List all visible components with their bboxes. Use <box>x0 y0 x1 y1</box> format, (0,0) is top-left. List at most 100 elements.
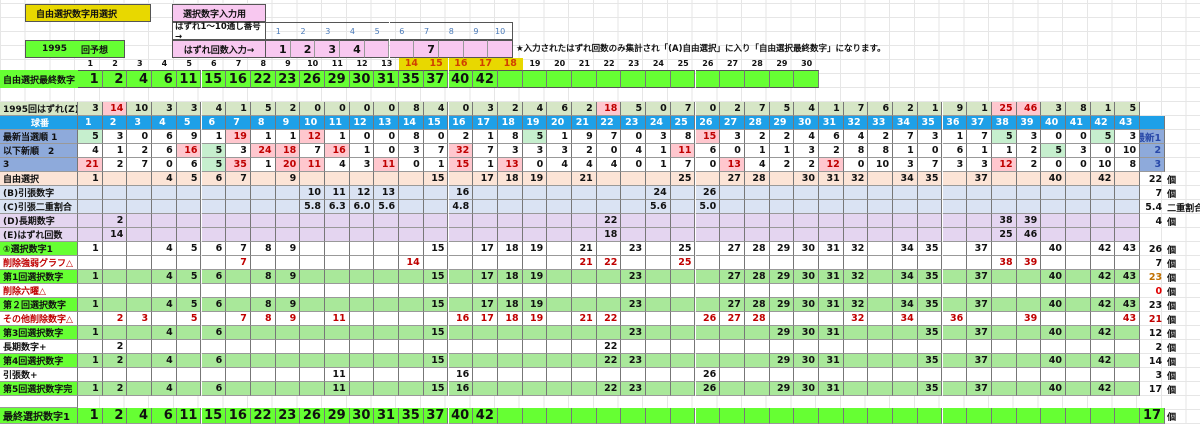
count-input-cell[interactable]: 7 <box>414 40 439 58</box>
empty-cell <box>843 382 869 396</box>
empty-cell <box>1066 228 1091 242</box>
table-cell: 29 <box>769 298 795 312</box>
table-cell: 12 <box>819 158 844 172</box>
column-number: 2 <box>112 59 118 68</box>
empty-cell <box>423 214 449 228</box>
empty-cell <box>226 354 251 368</box>
empty-cell <box>1041 228 1066 242</box>
empty-cell <box>547 368 572 382</box>
empty-cell <box>991 382 1017 396</box>
table-cell: 0 <box>1066 158 1091 172</box>
empty-cell <box>991 172 1017 186</box>
table-cell: 24 <box>646 186 671 200</box>
empty-cell <box>349 382 375 396</box>
empty-cell <box>843 326 869 340</box>
table-cell: 9 <box>275 270 301 284</box>
count-input-cell[interactable]: 3 <box>315 40 341 58</box>
table-cell: 43 <box>1115 298 1141 312</box>
empty-cell <box>497 408 523 424</box>
table-cell: 19 <box>522 116 548 130</box>
empty-cell <box>374 242 400 256</box>
serial-number: 3 <box>315 22 341 40</box>
empty-cell <box>522 200 548 214</box>
empty-cell <box>744 368 770 382</box>
empty-cell <box>868 256 894 270</box>
table-cell: 46 <box>1016 102 1042 116</box>
table-cell: 14 <box>102 228 128 242</box>
table-cell: 6 <box>868 102 894 116</box>
empty-cell <box>1066 326 1091 340</box>
empty-cell <box>448 284 474 298</box>
count-input-cell[interactable] <box>463 40 489 58</box>
table-cell: 43 <box>1115 312 1141 326</box>
table-cell: 6 <box>152 144 177 158</box>
table-cell: 14 <box>399 116 424 130</box>
table-cell: 0 <box>325 102 350 116</box>
empty-cell <box>275 340 301 354</box>
column-number: 3 <box>136 59 143 68</box>
table-cell: 19 <box>522 242 548 256</box>
serial-number: 10 <box>488 22 513 40</box>
free-final-number: 11 <box>176 70 202 88</box>
table-cell: 42 <box>1090 354 1116 368</box>
row-label: 第4回選択数字 <box>0 354 78 368</box>
free-final-number <box>720 70 745 88</box>
empty-cell <box>522 340 548 354</box>
final-label: 最終選択数字1 <box>0 408 78 424</box>
table-cell: 7 <box>967 130 992 144</box>
empty-cell <box>720 354 745 368</box>
table-cell: 31 <box>819 382 844 396</box>
table-cell: 35 <box>917 354 943 368</box>
empty-cell <box>670 284 696 298</box>
table-cell: 0 <box>917 144 943 158</box>
row-label: (C)引張二重割合 <box>0 200 78 214</box>
table-cell: 22 <box>596 382 622 396</box>
column-number: 1 <box>87 59 94 68</box>
empty-cell <box>991 284 1017 298</box>
count-input-cell[interactable] <box>488 40 513 58</box>
empty-cell <box>127 186 153 200</box>
empty-cell <box>423 186 449 200</box>
empty-cell <box>399 298 424 312</box>
free-final-number <box>547 70 572 88</box>
table-cell: 1 <box>991 144 1017 158</box>
table-cell: 21 <box>572 116 597 130</box>
empty-cell <box>967 186 992 200</box>
empty-cell <box>942 228 968 242</box>
empty-cell <box>1016 270 1042 284</box>
table-cell: 8 <box>399 102 424 116</box>
count-input-cell[interactable] <box>389 40 415 58</box>
row-unit: 個 <box>1167 245 1177 256</box>
empty-cell <box>670 340 696 354</box>
row-label: 自由選択 <box>0 172 78 186</box>
empty-cell <box>226 284 251 298</box>
empty-cell <box>695 298 721 312</box>
table-cell: 29 <box>769 326 795 340</box>
empty-cell <box>1115 284 1141 298</box>
count-input-cell[interactable]: 2 <box>290 40 316 58</box>
count-input-cell[interactable] <box>438 40 464 58</box>
count-input-cell[interactable]: 4 <box>340 40 365 58</box>
table-cell: 25 <box>991 228 1017 242</box>
empty-cell <box>967 312 992 326</box>
table-cell: 7 <box>893 130 918 144</box>
table-cell: 0 <box>374 102 400 116</box>
table-cell: 2 <box>102 116 128 130</box>
free-select-button[interactable]: 自由選択数字用選択 <box>25 4 151 22</box>
empty-cell <box>646 312 671 326</box>
empty-cell <box>967 368 992 382</box>
row-label: 最新当選順 1 <box>0 130 78 144</box>
empty-cell <box>1016 354 1042 368</box>
empty-cell <box>423 284 449 298</box>
empty-cell <box>720 228 745 242</box>
count-input-cell[interactable]: 1 <box>266 40 291 58</box>
empty-cell <box>744 354 770 368</box>
table-cell: 12 <box>991 158 1017 172</box>
empty-cell <box>497 368 523 382</box>
empty-cell <box>325 340 350 354</box>
empty-cell <box>300 312 325 326</box>
empty-cell <box>695 326 721 340</box>
table-cell: 37 <box>967 116 992 130</box>
count-input-cell[interactable] <box>364 40 390 58</box>
empty-cell <box>547 326 572 340</box>
